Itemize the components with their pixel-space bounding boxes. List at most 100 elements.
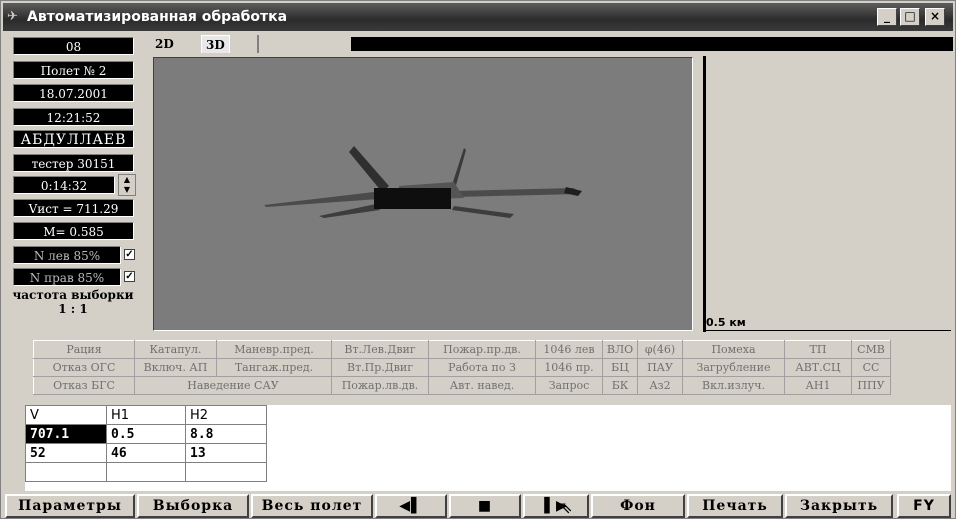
progress-strip (351, 37, 953, 51)
n-right-checkbox[interactable]: ✓ (124, 271, 135, 282)
elapsed-spinner[interactable]: ▲ ▼ (118, 174, 136, 196)
tab-2d[interactable]: 2D (151, 35, 178, 53)
n-left-field: N лев 85% (13, 246, 121, 264)
scale-label: 0.5 км (706, 316, 746, 329)
grid-cell[interactable]: 8.8 (185, 424, 267, 444)
map-panel (701, 53, 951, 333)
sample-button[interactable]: Выборка (137, 494, 249, 518)
spin-down-icon[interactable]: ▼ (119, 185, 135, 195)
status-cell: Маневр.пред. (216, 340, 332, 359)
tester-field: тестер 30151 (13, 154, 134, 172)
status-cell: Наведение САУ (134, 376, 332, 395)
minimize-button[interactable]: _ (877, 8, 897, 26)
fy-button[interactable]: FY (897, 494, 951, 518)
flight-field: Полет № 2 (13, 61, 134, 79)
status-cell: ППУ (851, 376, 891, 395)
table-row[interactable] (25, 462, 267, 482)
status-cell: ВЛО (602, 340, 638, 359)
stop-button[interactable]: ■ (449, 494, 521, 518)
status-cell: Вкл.излуч. (682, 376, 785, 395)
spin-up-icon[interactable]: ▲ (119, 175, 135, 185)
grid-cell[interactable]: 13 (185, 443, 267, 463)
aircraft-model (264, 146, 582, 218)
status-cell: Пожар.пр.дв. (428, 340, 536, 359)
status-cell: Авт. навед. (428, 376, 536, 395)
whole-flight-button[interactable]: Весь полет (251, 494, 373, 518)
background-button[interactable]: Фон (591, 494, 685, 518)
status-cell: Тангаж.пред. (216, 358, 332, 377)
grid-cell[interactable]: 707.1 (25, 424, 107, 444)
status-cell: Запрос (535, 376, 603, 395)
grid-cell[interactable] (25, 462, 107, 482)
status-cell: Вт.Пр.Двиг (331, 358, 429, 377)
code-field: 08 (13, 37, 134, 55)
status-cell: ТП (784, 340, 852, 359)
grid-cell[interactable] (185, 462, 267, 482)
table-row[interactable]: 52 46 13 (25, 443, 267, 463)
print-button[interactable]: Печать (687, 494, 783, 518)
time-field: 12:21:52 (13, 108, 134, 126)
status-cell: φ(46) (637, 340, 683, 359)
grid-cell[interactable]: 0.5 (106, 424, 186, 444)
status-cell: АВТ.СЦ (784, 358, 852, 377)
column-header[interactable]: V (25, 405, 107, 425)
column-header[interactable]: H1 (106, 405, 186, 425)
status-cell: 1046 лев (535, 340, 603, 359)
status-cell: АН1 (784, 376, 852, 395)
next-button[interactable]: ▌▶ (523, 494, 589, 518)
title-bar[interactable]: ✈ Автоматизированная обработка _ □ × (3, 3, 953, 31)
status-row: Рация Катапул. Маневр.пред. Вт.Лев.Двиг … (33, 340, 891, 359)
grid-cell[interactable] (106, 462, 186, 482)
step-back-icon: ◀▌ (399, 498, 423, 514)
params-button[interactable]: Параметры (5, 494, 135, 518)
status-cell: Аз2 (637, 376, 683, 395)
n-left-checkbox[interactable]: ✓ (124, 249, 135, 260)
elapsed-field[interactable]: 0:14:32 (13, 176, 115, 194)
3d-view[interactable] (153, 57, 693, 331)
mouse-cursor-icon: ⇖ (559, 498, 573, 517)
column-header[interactable]: H2 (185, 405, 267, 425)
status-cell: Работа по З (428, 358, 536, 377)
close-button[interactable]: Закрыть (785, 494, 893, 518)
status-cell: Помеха (682, 340, 785, 359)
vist-field: Vист = 711.29 (13, 199, 134, 217)
status-cell: БК (602, 376, 638, 395)
n-right-field: N прав 85% (13, 268, 121, 286)
status-cell: Отказ БГС (33, 376, 135, 395)
status-cell: Отказ ОГС (33, 358, 135, 377)
status-cell: Рация (33, 340, 135, 359)
data-grid[interactable]: V H1 H2 707.1 0.5 8.8 52 46 13 (25, 405, 951, 491)
grid-cell[interactable]: 52 (25, 443, 107, 463)
tab-divider (257, 35, 259, 53)
status-row: Отказ ОГС Включ. АП Тангаж.пред. Вт.Пр.Д… (33, 358, 891, 377)
window-title: Автоматизированная обработка (27, 9, 288, 25)
mach-field: M= 0.585 (13, 222, 134, 240)
close-window-button[interactable]: × (925, 8, 945, 26)
status-cell: СМВ (851, 340, 891, 359)
status-cell: 1046 пр. (535, 358, 603, 377)
status-cell: Пожар.лв.дв. (331, 376, 429, 395)
scale-baseline (706, 330, 951, 331)
date-field: 18.07.2001 (13, 84, 134, 102)
status-cell: Включ. АП (134, 358, 217, 377)
status-cell: БЦ (602, 358, 638, 377)
main-window: ✈ Автоматизированная обработка _ □ × 08 … (0, 0, 956, 519)
status-cell: ПАУ (637, 358, 683, 377)
status-cell: СС (851, 358, 891, 377)
pilot-field: АБДУЛЛАЕВ (13, 130, 134, 148)
sample-rate-label: частота выборки (12, 288, 134, 302)
sample-rate: частота выборки 1 : 1 (5, 288, 141, 316)
grid-cell[interactable]: 46 (106, 443, 186, 463)
prev-button[interactable]: ◀▌ (375, 494, 447, 518)
values-table[interactable]: V H1 H2 707.1 0.5 8.8 52 46 13 (25, 405, 267, 482)
grid-header-row: V H1 H2 (25, 405, 267, 425)
maximize-button[interactable]: □ (900, 8, 920, 26)
stop-icon: ■ (477, 498, 493, 514)
tab-3d[interactable]: 3D (201, 35, 230, 53)
table-row[interactable]: 707.1 0.5 8.8 (25, 424, 267, 444)
status-row: Отказ БГС Наведение САУ Пожар.лв.дв. Авт… (33, 376, 891, 395)
status-cell: Вт.Лев.Двиг (331, 340, 429, 359)
status-table: Рация Катапул. Маневр.пред. Вт.Лев.Двиг … (33, 340, 891, 395)
sample-rate-value: 1 : 1 (58, 302, 88, 316)
status-cell: Загрубление (682, 358, 785, 377)
